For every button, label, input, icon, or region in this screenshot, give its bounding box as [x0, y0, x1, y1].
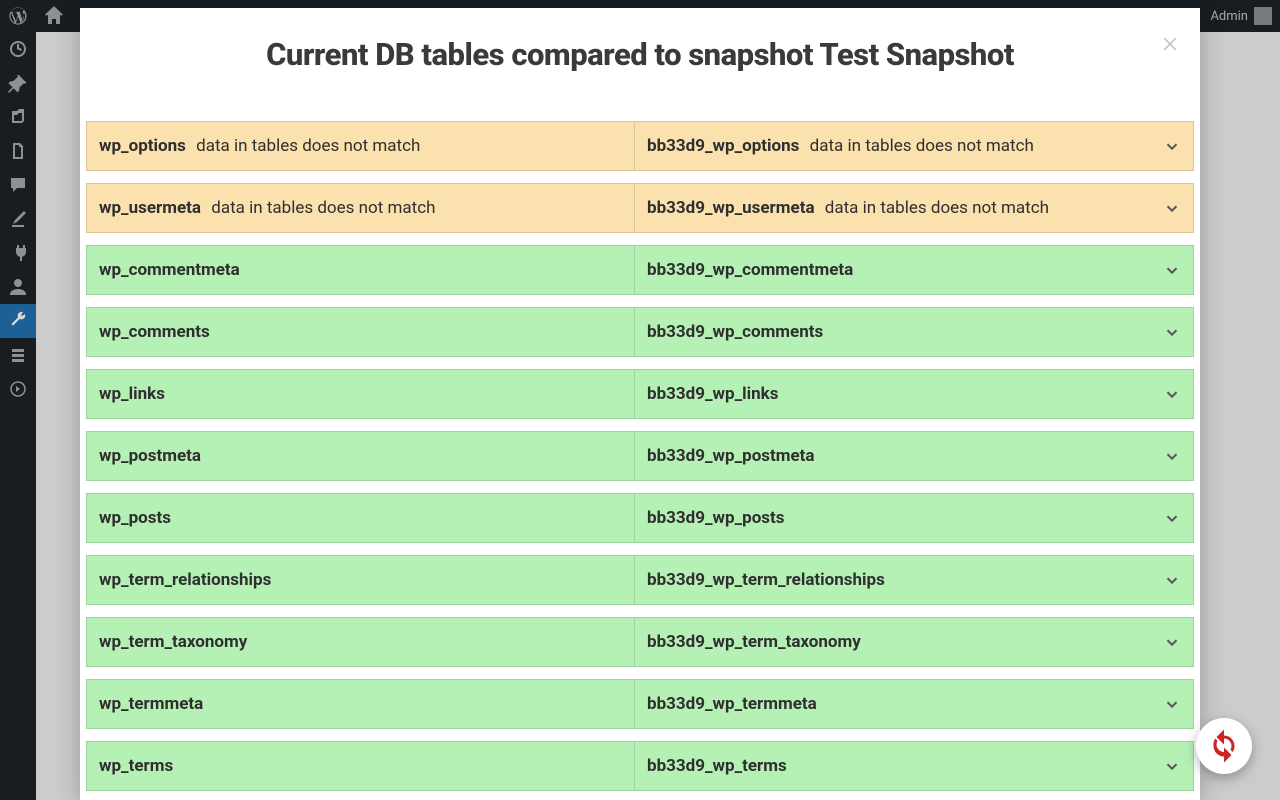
- table-name-left: wp_term_taxonomy: [99, 632, 247, 652]
- table-name-left: wp_terms: [99, 756, 173, 776]
- compare-row[interactable]: wp_posts bb33d9_wp_posts: [86, 493, 1194, 543]
- table-name-right: bb33d9_wp_term_relationships: [647, 570, 885, 590]
- compare-cell-right: bb33d9_wp_term_relationships: [635, 556, 1151, 604]
- table-name-right: bb33d9_wp_posts: [647, 508, 785, 528]
- refresh-fab[interactable]: [1196, 718, 1252, 774]
- chevron-down-icon: [1163, 571, 1181, 589]
- status-text: data in tables does not match: [825, 198, 1049, 218]
- chevron-down-icon: [1163, 695, 1181, 713]
- compare-cell-right: bb33d9_wp_comments: [635, 308, 1151, 356]
- compare-cell-left: wp_termmeta: [87, 680, 635, 728]
- compare-cell-left: wp_options data in tables does not match: [87, 122, 635, 170]
- table-name-right: bb33d9_wp_comments: [647, 322, 823, 342]
- modal-overlay: × Current DB tables compared to snapshot…: [0, 0, 1280, 800]
- compare-cell-left: wp_term_relationships: [87, 556, 635, 604]
- table-name-right: bb33d9_wp_usermeta: [647, 198, 815, 218]
- table-name-left: wp_usermeta: [99, 198, 201, 218]
- compare-row[interactable]: wp_commentmeta bb33d9_wp_commentmeta: [86, 245, 1194, 295]
- table-name-right: bb33d9_wp_commentmeta: [647, 260, 853, 280]
- table-name-left: wp_links: [99, 384, 165, 404]
- expand-row-button[interactable]: [1151, 184, 1193, 232]
- compare-row[interactable]: wp_term_taxonomy bb33d9_wp_term_taxonomy: [86, 617, 1194, 667]
- status-text: data in tables does not match: [810, 136, 1034, 156]
- chevron-down-icon: [1163, 509, 1181, 527]
- status-text: data in tables does not match: [196, 136, 420, 156]
- modal-title: Current DB tables compared to snapshot T…: [80, 36, 1200, 73]
- expand-row-button[interactable]: [1151, 494, 1193, 542]
- status-text: data in tables does not match: [211, 198, 435, 218]
- table-name-right: bb33d9_wp_termmeta: [647, 694, 817, 714]
- close-icon[interactable]: ×: [1162, 28, 1178, 58]
- table-name-left: wp_posts: [99, 508, 171, 528]
- compare-cell-left: wp_postmeta: [87, 432, 635, 480]
- table-name-right: bb33d9_wp_links: [647, 384, 778, 404]
- compare-cell-right: bb33d9_wp_links: [635, 370, 1151, 418]
- table-name-right: bb33d9_wp_terms: [647, 756, 787, 776]
- compare-cell-right: bb33d9_wp_usermeta data in tables does n…: [635, 184, 1151, 232]
- chevron-down-icon: [1163, 199, 1181, 217]
- chevron-down-icon: [1163, 633, 1181, 651]
- expand-row-button[interactable]: [1151, 122, 1193, 170]
- compare-rows-container: wp_options data in tables does not match…: [80, 121, 1200, 800]
- expand-row-button[interactable]: [1151, 618, 1193, 666]
- table-name-right: bb33d9_wp_postmeta: [647, 446, 815, 466]
- compare-cell-right: bb33d9_wp_commentmeta: [635, 246, 1151, 294]
- expand-row-button[interactable]: [1151, 680, 1193, 728]
- db-compare-modal: × Current DB tables compared to snapshot…: [80, 8, 1200, 800]
- compare-cell-right: bb33d9_wp_terms: [635, 742, 1151, 790]
- chevron-down-icon: [1163, 137, 1181, 155]
- compare-row[interactable]: wp_terms bb33d9_wp_terms: [86, 741, 1194, 791]
- compare-row[interactable]: wp_links bb33d9_wp_links: [86, 369, 1194, 419]
- compare-row[interactable]: wp_comments bb33d9_wp_comments: [86, 307, 1194, 357]
- compare-row[interactable]: wp_usermeta data in tables does not matc…: [86, 183, 1194, 233]
- compare-row[interactable]: wp_term_relationships bb33d9_wp_term_rela…: [86, 555, 1194, 605]
- chevron-down-icon: [1163, 261, 1181, 279]
- table-name-left: wp_commentmeta: [99, 260, 240, 280]
- expand-row-button[interactable]: [1151, 432, 1193, 480]
- refresh-icon: [1206, 728, 1242, 764]
- chevron-down-icon: [1163, 757, 1181, 775]
- expand-row-button[interactable]: [1151, 308, 1193, 356]
- expand-row-button[interactable]: [1151, 246, 1193, 294]
- compare-row[interactable]: wp_options data in tables does not match…: [86, 121, 1194, 171]
- expand-row-button[interactable]: [1151, 742, 1193, 790]
- chevron-down-icon: [1163, 323, 1181, 341]
- chevron-down-icon: [1163, 447, 1181, 465]
- compare-row[interactable]: wp_termmeta bb33d9_wp_termmeta: [86, 679, 1194, 729]
- expand-row-button[interactable]: [1151, 556, 1193, 604]
- compare-cell-right: bb33d9_wp_termmeta: [635, 680, 1151, 728]
- compare-cell-left: wp_comments: [87, 308, 635, 356]
- compare-cell-left: wp_term_taxonomy: [87, 618, 635, 666]
- compare-cell-left: wp_terms: [87, 742, 635, 790]
- compare-cell-right: bb33d9_wp_options data in tables does no…: [635, 122, 1151, 170]
- compare-cell-right: bb33d9_wp_term_taxonomy: [635, 618, 1151, 666]
- compare-row[interactable]: wp_postmeta bb33d9_wp_postmeta: [86, 431, 1194, 481]
- table-name-left: wp_comments: [99, 322, 210, 342]
- compare-cell-left: wp_links: [87, 370, 635, 418]
- table-name-right: bb33d9_wp_options: [647, 136, 799, 156]
- table-name-left: wp_postmeta: [99, 446, 201, 466]
- compare-cell-right: bb33d9_wp_postmeta: [635, 432, 1151, 480]
- table-name-left: wp_termmeta: [99, 694, 203, 714]
- compare-cell-left: wp_posts: [87, 494, 635, 542]
- compare-cell-left: wp_usermeta data in tables does not matc…: [87, 184, 635, 232]
- chevron-down-icon: [1163, 385, 1181, 403]
- table-name-left: wp_term_relationships: [99, 570, 271, 590]
- table-name-right: bb33d9_wp_term_taxonomy: [647, 632, 861, 652]
- compare-cell-right: bb33d9_wp_posts: [635, 494, 1151, 542]
- table-name-left: wp_options: [99, 136, 186, 156]
- expand-row-button[interactable]: [1151, 370, 1193, 418]
- compare-cell-left: wp_commentmeta: [87, 246, 635, 294]
